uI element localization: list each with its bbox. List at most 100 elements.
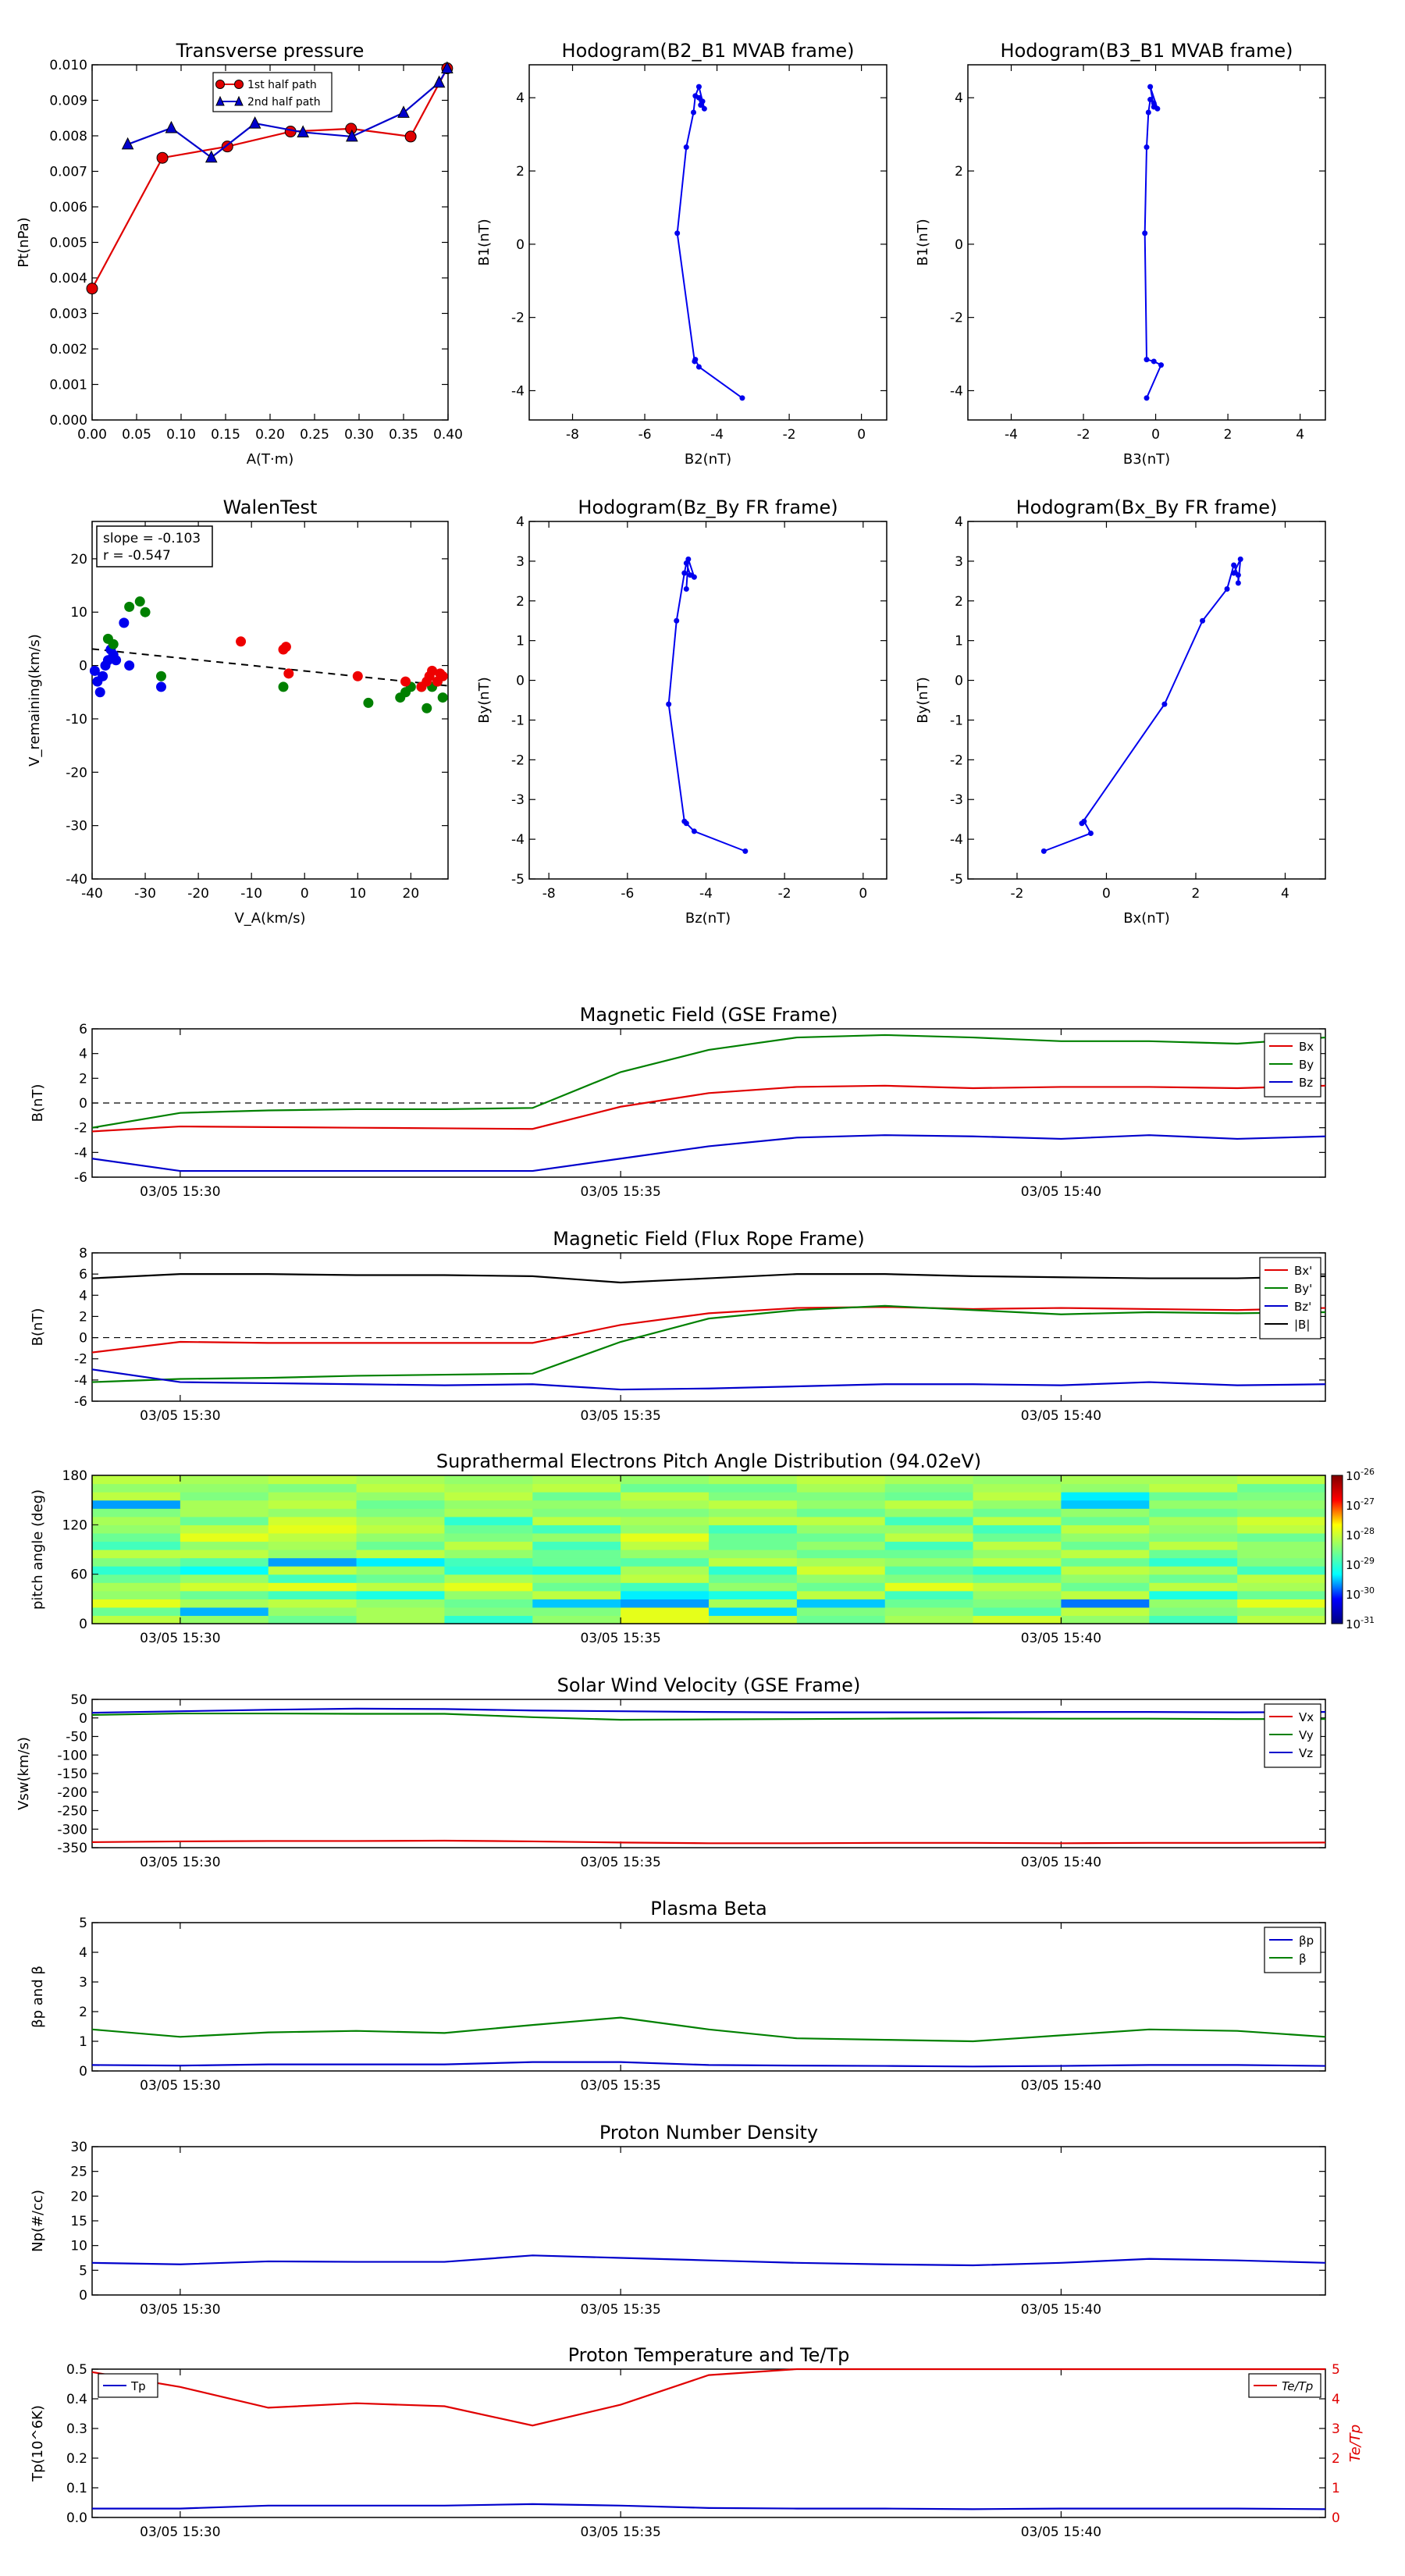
heatmap-cell bbox=[268, 1615, 357, 1624]
y-tick-label: 60 bbox=[70, 1567, 87, 1583]
heatmap-cell bbox=[180, 1500, 269, 1509]
heatmap-cell bbox=[356, 1500, 446, 1509]
heatmap-cell bbox=[92, 1508, 181, 1517]
y-tick-label: 20 bbox=[70, 552, 87, 568]
heatmap-cell bbox=[1149, 1516, 1238, 1525]
legend-label: β bbox=[1299, 1952, 1307, 1966]
heatmap-cell bbox=[356, 1541, 446, 1550]
heatmap-cell bbox=[1061, 1492, 1150, 1501]
scatter-point bbox=[134, 596, 145, 607]
heatmap-cell bbox=[180, 1475, 269, 1485]
heatmap-cell bbox=[1237, 1541, 1326, 1550]
heatmap-cell bbox=[180, 1606, 269, 1617]
plot-area bbox=[91, 2368, 1326, 2518]
y-tick-label: 0.007 bbox=[49, 165, 87, 180]
heatmap-cell bbox=[1149, 1606, 1238, 1617]
y-tick-label: 0 bbox=[79, 1331, 87, 1347]
heatmap-cell bbox=[356, 1566, 446, 1575]
hodogram-point bbox=[1224, 586, 1230, 592]
data-point-circle bbox=[86, 283, 98, 295]
heatmap-cell bbox=[180, 1483, 269, 1493]
y-tick-label: 4 bbox=[955, 91, 963, 106]
y-tick-label: -6 bbox=[74, 1170, 87, 1186]
heatmap-cell bbox=[444, 1574, 533, 1583]
x-tick-label: -8 bbox=[566, 427, 579, 443]
heatmap-cell bbox=[884, 1582, 974, 1592]
scatter-point bbox=[437, 692, 448, 703]
heatmap-cell bbox=[356, 1516, 446, 1525]
scatter-point bbox=[400, 676, 411, 687]
y-tick-label: 4 bbox=[955, 514, 963, 530]
x-tick-label: 03/05 15:40 bbox=[1021, 1631, 1101, 1646]
chart-title: WalenTest bbox=[223, 496, 318, 518]
x-tick-label: 4 bbox=[1296, 427, 1304, 443]
heatmap-cell bbox=[532, 1492, 621, 1501]
y-axis-label: B1(nT) bbox=[476, 219, 493, 265]
legend-marker bbox=[234, 80, 244, 89]
hodogram-point bbox=[685, 556, 692, 562]
heatmap-cell bbox=[973, 1516, 1062, 1525]
heatmap-cell bbox=[532, 1541, 621, 1550]
x-tick-label: 0.00 bbox=[77, 427, 107, 443]
heatmap-cell bbox=[973, 1582, 1062, 1592]
y-tick-label: -20 bbox=[66, 765, 87, 781]
heatmap-cell bbox=[621, 1475, 710, 1485]
heatmap-cell bbox=[532, 1525, 621, 1534]
y-tick-label: 0 bbox=[955, 237, 963, 253]
y-tick-label: 0 bbox=[79, 1617, 87, 1632]
y-axis-label: βp and β bbox=[30, 1966, 46, 2028]
heatmap-cell bbox=[92, 1516, 181, 1525]
heatmap-cell bbox=[621, 1599, 710, 1608]
heatmap-cell bbox=[180, 1599, 269, 1608]
x-tick-label: -40 bbox=[81, 886, 103, 902]
y-tick-label: -150 bbox=[57, 1767, 87, 1782]
heatmap-cell bbox=[356, 1599, 446, 1608]
hodogram-point bbox=[681, 818, 688, 824]
heatmap-cell bbox=[444, 1475, 533, 1485]
scatter-point bbox=[111, 655, 122, 666]
heatmap-cell bbox=[973, 1566, 1062, 1575]
plot-area bbox=[91, 2146, 1326, 2296]
x-tick-label: -20 bbox=[187, 886, 209, 902]
x-tick-label: 0 bbox=[301, 886, 309, 902]
y-tick-label: -4 bbox=[511, 383, 525, 399]
x-tick-label: -4 bbox=[710, 427, 724, 443]
x-tick-label: 03/05 15:40 bbox=[1021, 2078, 1101, 2094]
hodogram-point bbox=[1147, 84, 1154, 90]
heatmap-cell bbox=[709, 1483, 798, 1493]
y-axis-label: V_remaining(km/s) bbox=[27, 634, 43, 767]
y-tick-label: -4 bbox=[74, 1373, 87, 1389]
heatmap-cell bbox=[444, 1508, 533, 1517]
heatmap-cell bbox=[1237, 1557, 1326, 1567]
heatmap-cell bbox=[268, 1532, 357, 1542]
y-tick-label: 4 bbox=[79, 1288, 87, 1304]
heatmap-cell bbox=[180, 1541, 269, 1550]
chart-pad: Suprathermal Electrons Pitch Angle Distr… bbox=[30, 1450, 1375, 1646]
heatmap-cell bbox=[1149, 1508, 1238, 1517]
heatmap-cell bbox=[796, 1541, 886, 1550]
heatmap-cell bbox=[356, 1532, 446, 1542]
heatmap-cell bbox=[973, 1606, 1062, 1617]
chart-title: Magnetic Field (GSE Frame) bbox=[580, 1004, 838, 1026]
heatmap-cell bbox=[268, 1500, 357, 1509]
y-tick-label: 15 bbox=[70, 2214, 87, 2229]
colorbar-tick-label: 10-26 bbox=[1346, 1467, 1375, 1483]
x-tick-label: 0.25 bbox=[300, 427, 329, 443]
heatmap-cell bbox=[1237, 1500, 1326, 1509]
y-tick-label: 20 bbox=[70, 2189, 87, 2204]
heatmap-cell bbox=[796, 1582, 886, 1592]
heatmap-cell bbox=[621, 1582, 710, 1592]
scatter-point bbox=[140, 607, 151, 617]
y-axis-label: By(nT) bbox=[915, 677, 931, 723]
y-tick-label: -2 bbox=[511, 753, 525, 768]
heatmap-cell bbox=[1149, 1557, 1238, 1567]
heatmap-cell bbox=[180, 1525, 269, 1534]
y-tick-label: -100 bbox=[57, 1748, 87, 1763]
heatmap-cell bbox=[1061, 1525, 1150, 1534]
heatmap-cell bbox=[1149, 1590, 1238, 1599]
x-tick-label: -10 bbox=[240, 886, 262, 902]
heatmap-cell bbox=[1149, 1525, 1238, 1534]
x-axis-label: A(T·m) bbox=[247, 451, 294, 468]
heatmap-cell bbox=[884, 1574, 974, 1583]
x-tick-label: 03/05 15:30 bbox=[140, 1184, 220, 1200]
